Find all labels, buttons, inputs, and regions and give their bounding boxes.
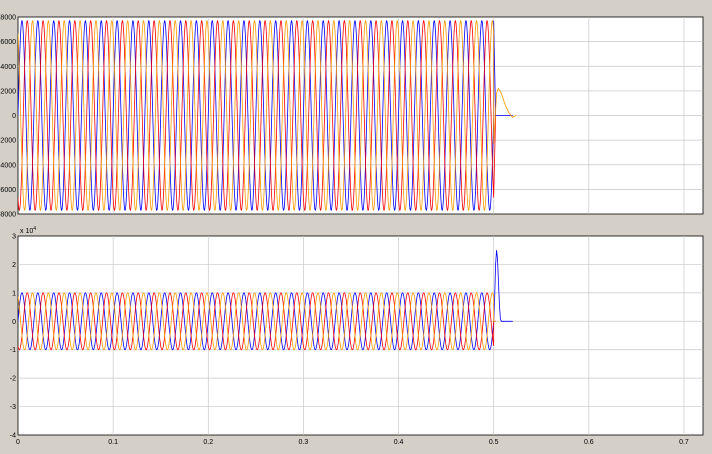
bottom-x-tick-label: 0.2 bbox=[203, 439, 213, 446]
bottom-y-tick-label: -1 bbox=[10, 347, 16, 354]
bottom-x-tick-label: 0.1 bbox=[108, 439, 118, 446]
bottom-y-tick-label: 1 bbox=[12, 290, 16, 297]
bottom-x-tick-label: 0.6 bbox=[584, 439, 594, 446]
bottom-y-tick-label: 2 bbox=[12, 262, 16, 269]
top-plot-panel: -8000 -6000 -4000 -2000 0 2000 4000 6000 8000 bbox=[0, 15, 704, 219]
top-y-tick-label: -2000 bbox=[0, 138, 16, 145]
top-y-tick-label: 0 bbox=[12, 113, 16, 120]
bottom-y-tick-label: -3 bbox=[10, 404, 16, 411]
top-y-tick-label: 4000 bbox=[0, 64, 16, 71]
top-y-tick-label: -8000 bbox=[0, 212, 16, 219]
bottom-x-tick-label: 0.4 bbox=[394, 439, 404, 446]
bottom-x-tick-label: 0.7 bbox=[679, 439, 689, 446]
bottom-y-tick-label: 0 bbox=[12, 319, 16, 326]
bottom-x-tick-label: 0.5 bbox=[489, 439, 499, 446]
bottom-axis-exponent: x 104 bbox=[20, 226, 36, 235]
top-y-tick-label: -4000 bbox=[0, 162, 16, 169]
bottom-y-tick-label: -4 bbox=[10, 433, 16, 440]
top-y-tick-label: -6000 bbox=[0, 187, 16, 194]
top-y-tick-label: 2000 bbox=[0, 88, 16, 95]
bottom-y-tick-label: 3 bbox=[12, 234, 16, 241]
top-y-tick-label: 6000 bbox=[0, 39, 16, 46]
bottom-x-tick-label: 0 bbox=[16, 439, 20, 446]
bottom-x-tick-label: 0.3 bbox=[299, 439, 309, 446]
bottom-y-tick-label: -2 bbox=[10, 376, 16, 383]
bottom-plot-panel: 0 0.1 0.2 0.3 0.4 0.5 0.6 0.7 -4 -3 -2 -1 0 1 2 3 x 104 bbox=[10, 226, 704, 446]
top-y-tick-label: 8000 bbox=[0, 15, 16, 22]
scope-window: -8000-6000-4000-200002000400060008000 00… bbox=[0, 15, 704, 446]
